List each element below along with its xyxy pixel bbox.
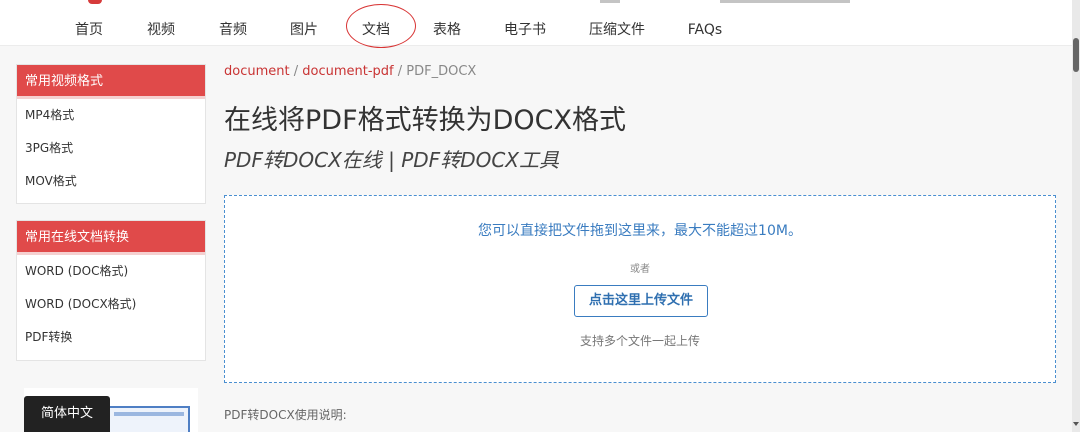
site-logo-fragment xyxy=(88,0,102,4)
header-text-fragment xyxy=(720,0,850,3)
sidebar-item-mp4[interactable]: MP4格式 xyxy=(17,99,205,132)
breadcrumb-current: PDF_DOCX xyxy=(406,64,477,79)
sidebar-item-mov[interactable]: MOV格式 xyxy=(17,165,205,198)
sidebar-video-formats: 常用视频格式 MP4格式 3PG格式 MOV格式 xyxy=(16,64,206,204)
or-separator-text: 或者 xyxy=(630,264,650,275)
nav-item-audio[interactable]: 音频 xyxy=(219,20,247,40)
nav-item-ebook[interactable]: 电子书 xyxy=(504,20,546,40)
nav-item-home[interactable]: 首页 xyxy=(75,20,103,40)
sidebar-item-word-docx[interactable]: WORD (DOCX格式) xyxy=(17,288,205,321)
scrollbar-thumb[interactable] xyxy=(1073,38,1079,72)
nav-item-spreadsheet[interactable]: 表格 xyxy=(433,20,461,40)
breadcrumb-separator: / xyxy=(393,64,407,79)
sidebar-doc-conversions: 常用在线文档转换 WORD (DOC格式) WORD (DOCX格式) PDF转… xyxy=(16,220,206,361)
promo-screen-graphic xyxy=(108,406,190,432)
sidebar-doc-title: 常用在线文档转换 xyxy=(17,221,205,255)
page-scrollbar[interactable] xyxy=(1072,0,1080,432)
upload-file-button[interactable]: 点击这里上传文件 xyxy=(574,285,708,317)
header-text-fragment xyxy=(600,0,620,3)
breadcrumb-document[interactable]: document xyxy=(224,64,290,79)
drop-hint-text: 您可以直接把文件拖到这里来，最大不能超过10M。 xyxy=(478,223,802,239)
multi-upload-hint: 支持多个文件一起上传 xyxy=(579,334,700,348)
top-nav: 首页 视频 音频 图片 文档 表格 电子书 压缩文件 FAQs xyxy=(0,0,1072,48)
breadcrumb-document-pdf[interactable]: document-pdf xyxy=(302,64,393,79)
sidebar-item-word-doc[interactable]: WORD (DOC格式) xyxy=(17,255,205,288)
nav-item-archive[interactable]: 压缩文件 xyxy=(589,20,645,40)
sidebar-item-3pg[interactable]: 3PG格式 xyxy=(17,132,205,165)
nav-item-image[interactable]: 图片 xyxy=(290,20,318,40)
active-nav-highlight-circle xyxy=(346,4,416,48)
breadcrumb: document / document-pdf / PDF_DOCX xyxy=(224,64,476,79)
nav-item-faqs[interactable]: FAQs xyxy=(688,20,722,40)
file-drop-zone[interactable]: 您可以直接把文件拖到这里来，最大不能超过10M。 或者 点击这里上传文件 支持多… xyxy=(224,195,1056,383)
nav-item-video[interactable]: 视频 xyxy=(147,20,175,40)
language-switch-button[interactable]: 简体中文 xyxy=(24,396,110,432)
page-title: 在线将PDF格式转换为DOCX格式 xyxy=(224,105,626,136)
breadcrumb-separator: / xyxy=(289,64,303,79)
scroll-down-arrow-icon[interactable] xyxy=(1073,420,1079,428)
sidebar-video-title: 常用视频格式 xyxy=(17,65,205,99)
page-subtitle: PDF转DOCX在线 | PDF转DOCX工具 xyxy=(224,148,559,172)
usage-instructions-heading: PDF转DOCX使用说明: xyxy=(224,408,347,422)
sidebar-item-pdf-convert[interactable]: PDF转换 xyxy=(17,321,205,354)
